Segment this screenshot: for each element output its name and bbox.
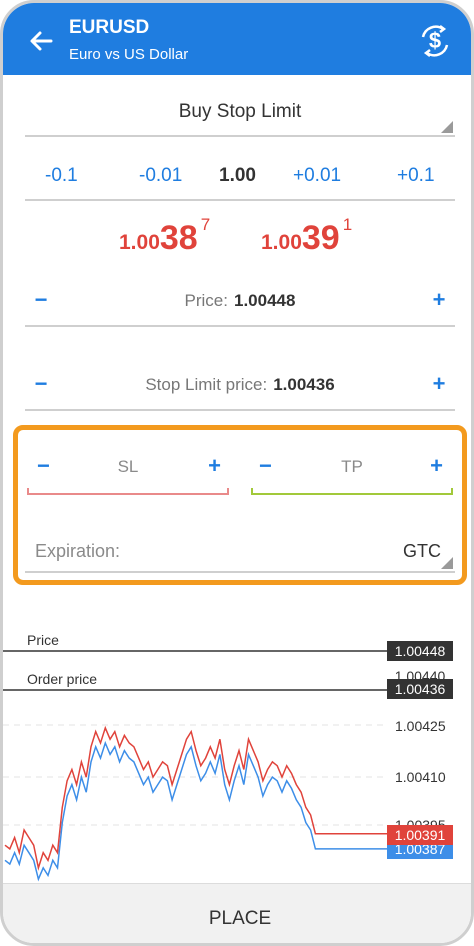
- stop-limit-value: 1.00436: [273, 375, 335, 394]
- price-label: Price:: [184, 291, 228, 310]
- volume-minus-0-01-button[interactable]: -0.01: [139, 165, 182, 187]
- sl-underline: [27, 488, 229, 495]
- tp-plus-button[interactable]: +: [430, 453, 443, 479]
- sl-field[interactable]: SL: [27, 457, 229, 477]
- expiration-label: Expiration:: [35, 541, 121, 561]
- price-chart: Price 1.00448 1.00440 Order price 1.0043…: [3, 632, 453, 882]
- ask-prefix: 1.00: [261, 231, 302, 254]
- stop-limit-field[interactable]: Stop Limit price: 1.00436: [25, 375, 455, 395]
- tp-field[interactable]: TP: [251, 457, 453, 477]
- bid-big-digits: 38: [159, 219, 198, 257]
- ask-quote: 1.0039 1: [261, 215, 352, 258]
- price-plus-button[interactable]: +: [427, 287, 451, 313]
- price-value: 1.00448: [234, 291, 296, 310]
- dropdown-corner-icon: [441, 121, 453, 133]
- tp-stepper: − TP +: [251, 443, 453, 495]
- volume-plus-0-01-button[interactable]: +0.01: [293, 165, 341, 187]
- symbol-title: EURUSD: [69, 17, 150, 38]
- price-field[interactable]: Price: 1.00448: [25, 291, 455, 311]
- stop-limit-stepper: − Stop Limit price: 1.00436 +: [25, 365, 455, 411]
- bid-quote: 1.0038 7: [119, 215, 210, 258]
- price-tag: 1.00448: [395, 643, 446, 659]
- sl-plus-button[interactable]: +: [208, 453, 221, 479]
- sl-stepper: − SL +: [27, 443, 229, 495]
- svg-text:$: $: [429, 28, 441, 53]
- volume-minus-0-1-button[interactable]: -0.1: [45, 165, 78, 187]
- phone-frame: EURUSD Euro vs US Dollar $ Buy Stop Limi…: [0, 0, 474, 946]
- price-stepper: − Price: 1.00448 +: [25, 281, 455, 327]
- stop-limit-plus-button[interactable]: +: [427, 371, 451, 397]
- tick-label-2: 1.00410: [395, 769, 446, 785]
- expiration-value: GTC: [403, 541, 441, 561]
- symbol-description: Euro vs US Dollar: [69, 46, 189, 63]
- stop-limit-label: Stop Limit price:: [145, 375, 268, 394]
- bid-pip-digit: 7: [200, 215, 211, 234]
- bid-prefix: 1.00: [119, 231, 160, 254]
- volume-row: -0.1 -0.01 1.00 +0.01 +0.1: [25, 153, 455, 201]
- app-header: EURUSD Euro vs US Dollar $: [3, 3, 471, 75]
- bid-series-line: [4, 725, 387, 871]
- volume-value[interactable]: 1.00: [219, 165, 256, 187]
- dollar-exchange-icon[interactable]: $: [417, 23, 453, 59]
- place-label: PLACE: [208, 908, 272, 929]
- price-line-label: Price: [27, 632, 59, 648]
- order-tag: 1.00436: [395, 681, 446, 697]
- order-type-select[interactable]: Buy Stop Limit: [25, 91, 455, 137]
- tick-label-1: 1.00425: [395, 718, 446, 734]
- tp-underline: [251, 488, 453, 495]
- bid-tag: 1.00391: [395, 827, 446, 843]
- order-type-label: Buy Stop Limit: [178, 101, 302, 122]
- dropdown-corner-icon: [441, 557, 453, 569]
- ask-big-digits: 39: [301, 219, 340, 257]
- ask-pip-digit: 1: [342, 215, 353, 234]
- place-button[interactable]: PLACE: [3, 883, 471, 943]
- expiration-select[interactable]: Expiration: GTC: [25, 527, 455, 573]
- back-arrow-icon[interactable]: [25, 25, 57, 57]
- order-line-label: Order price: [27, 671, 97, 687]
- volume-plus-0-1-button[interactable]: +0.1: [397, 165, 435, 187]
